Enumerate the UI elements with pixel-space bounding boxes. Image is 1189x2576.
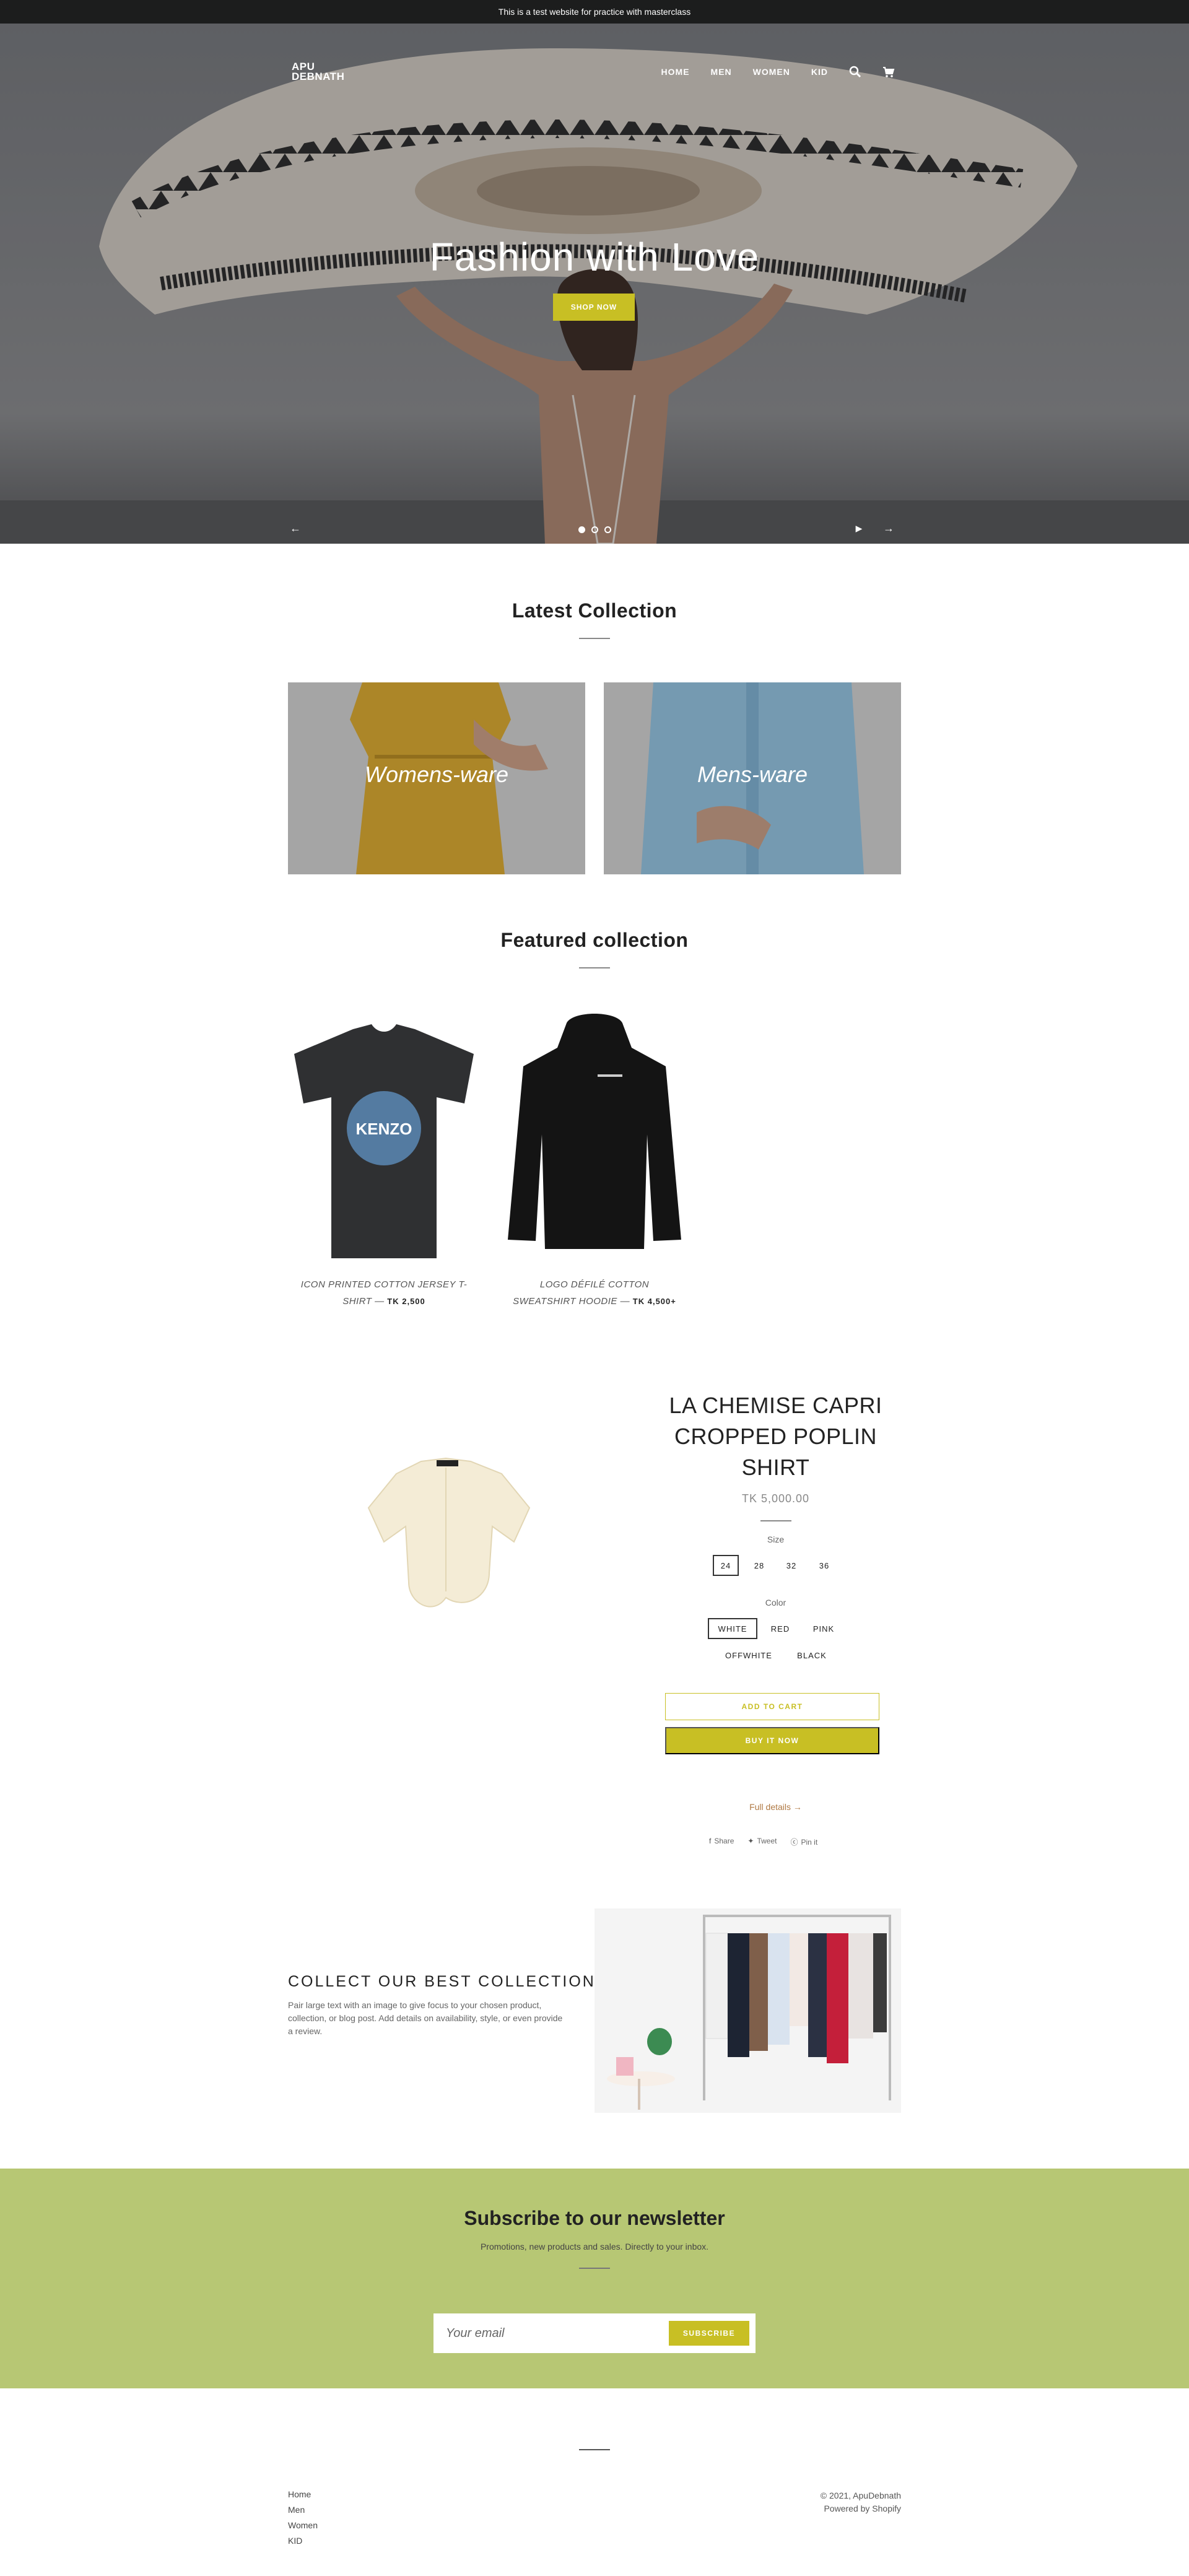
image-text-body: Pair large text with an image to give fo… (288, 2000, 563, 2036)
nav-home[interactable]: HOME (661, 67, 690, 77)
section-divider (579, 638, 610, 639)
footer-link-women[interactable]: Women (288, 2520, 318, 2531)
footer-link-home[interactable]: Home (288, 2489, 318, 2500)
site-header: APU DEBNATH HOME MEN WOMEN KID (288, 42, 901, 82)
clothing-rack-image (594, 1908, 901, 2113)
featured-product-image (367, 1457, 531, 1608)
collection-tile-label: Mens-ware (697, 762, 808, 787)
product-price: TK 4,500+ (632, 1297, 676, 1306)
share-facebook-button[interactable]: f Share (709, 1837, 734, 1847)
color-option-white[interactable]: WHITE (708, 1618, 757, 1639)
product-card[interactable]: LOGO DÉFILÉ COTTON SWEATSHIRT HOODIE — T… (499, 1011, 690, 1310)
shop-now-button[interactable]: SHOP NOW (553, 294, 635, 321)
footer-link-kid[interactable]: KID (288, 2536, 318, 2546)
kenzo-print-text: KENZO (356, 1120, 412, 1138)
footer-nav: Home Men Women KID (288, 2489, 318, 2546)
full-details-link[interactable]: Full details → (650, 1802, 901, 1812)
nav-kid[interactable]: KID (811, 67, 828, 77)
color-option-pink[interactable]: PINK (803, 1618, 844, 1639)
email-input[interactable] (446, 2321, 669, 2346)
hoodie-image (508, 1014, 681, 1249)
featured-collection-title: Featured collection (500, 929, 689, 951)
powered-by-link[interactable]: Powered by Shopify (824, 2504, 901, 2513)
slide-dot-2[interactable] (591, 526, 598, 533)
collection-tile-mens[interactable]: Mens-ware (604, 682, 901, 874)
newsletter-form: SUBSCRIBE (433, 2313, 756, 2353)
color-option-red[interactable]: RED (762, 1618, 799, 1639)
product-title: LOGO DÉFILÉ COTTON (539, 1279, 650, 1290)
share-pinterest-button[interactable]: ⓒ Pin it (790, 1837, 817, 1847)
pinterest-icon: ⓒ (790, 1838, 798, 1847)
color-label: Color (765, 1598, 786, 1608)
product-title: LA CHEMISE CAPRI CROPPED POPLIN SHIRT (669, 1393, 882, 1480)
search-icon[interactable] (849, 66, 861, 78)
footer-copyright: © 2021, ApuDebnath Powered by Shopify (820, 2491, 901, 2513)
site-logo[interactable]: APU DEBNATH (292, 61, 344, 82)
subscribe-button[interactable]: SUBSCRIBE (669, 2321, 749, 2346)
hero-title: Fashion with Love (429, 235, 760, 279)
newsletter-title: Subscribe to our newsletter (464, 2207, 725, 2229)
size-label: Size (767, 1534, 785, 1544)
add-to-cart-button[interactable]: ADD TO CART (665, 1693, 879, 1720)
slide-dot-1[interactable] (578, 526, 585, 533)
tshirt-image: KENZO (294, 1024, 474, 1258)
product-card[interactable]: KENZO ICON PRINTED COTTON JERSEY T- SHIR… (288, 1011, 480, 1310)
size-option-24[interactable]: 24 (713, 1555, 739, 1576)
collection-tile-label: Womens-ware (364, 762, 509, 787)
pause-slide-icon[interactable]: ▶ (851, 521, 866, 536)
latest-collection-title: Latest Collection (512, 599, 677, 622)
section-divider (579, 2268, 610, 2269)
social-share: f Share ✦ Tweet ⓒ Pin it (709, 1837, 817, 1847)
newsletter-subtitle: Promotions, new products and sales. Dire… (480, 2242, 709, 2252)
share-twitter-button[interactable]: ✦ Tweet (747, 1837, 777, 1847)
section-divider (579, 967, 610, 968)
cart-icon[interactable] (882, 66, 895, 78)
product-price: TK 2,500 (387, 1297, 425, 1306)
slide-dots (578, 526, 611, 533)
collection-tile-womens[interactable]: Womens-ware (288, 682, 585, 874)
announcement-text: This is a test website for practice with… (498, 7, 691, 17)
announcement-bar: This is a test website for practice with… (0, 0, 1189, 24)
next-slide-icon[interactable]: → (881, 521, 896, 536)
color-option-offwhite[interactable]: OFFWHITE (716, 1645, 781, 1666)
facebook-icon: f (709, 1837, 712, 1845)
color-option-black[interactable]: BLACK (787, 1645, 837, 1666)
buy-it-now-button[interactable]: BUY IT NOW (665, 1727, 879, 1754)
size-option-28[interactable]: 28 (746, 1555, 772, 1576)
footer-divider (579, 2449, 610, 2450)
hero-slideshow: APU DEBNATH HOME MEN WOMEN KID Fashion w… (0, 24, 1189, 544)
main-nav: HOME MEN WOMEN KID (661, 66, 895, 78)
slide-dot-3[interactable] (604, 526, 611, 533)
twitter-icon: ✦ (747, 1837, 754, 1845)
section-divider (760, 1520, 791, 1521)
size-option-36[interactable]: 36 (811, 1555, 837, 1576)
size-option-32[interactable]: 32 (778, 1555, 804, 1576)
image-text-title: COLLECT OUR BEST COLLECTION (288, 1973, 596, 1990)
product-price: TK 5,000.00 (741, 1492, 810, 1505)
newsletter-section: Subscribe to our newsletter Promotions, … (0, 2169, 1189, 2388)
nav-women[interactable]: WOMEN (753, 67, 790, 77)
product-title: ICON PRINTED COTTON JERSEY T- (300, 1279, 468, 1290)
prev-slide-icon[interactable]: ← (288, 521, 303, 536)
nav-men[interactable]: MEN (711, 67, 732, 77)
footer-link-men[interactable]: Men (288, 2505, 318, 2515)
